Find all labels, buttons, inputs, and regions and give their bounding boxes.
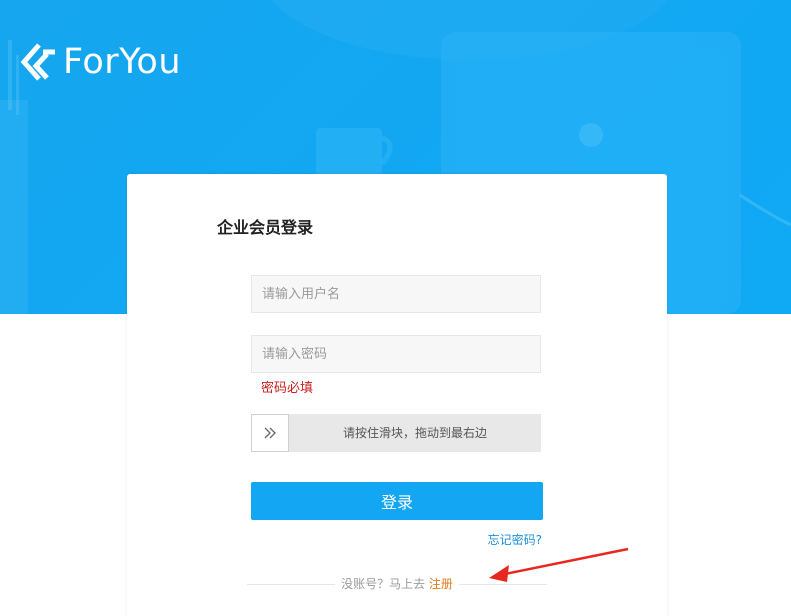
no-account-text: 没账号？马上去 <box>341 577 426 591</box>
login-card: 企业会员登录 密码必填 请按住滑块，拖动到最右边 登录 忘记密码? 没账号？马上… <box>127 174 667 616</box>
login-page: ForYou 企业会员登录 密码必填 请按住滑块，拖动到最右边 登录 忘记密码?… <box>0 0 791 616</box>
login-button[interactable]: 登录 <box>251 482 543 520</box>
slider-handle[interactable] <box>251 414 289 452</box>
password-error-message: 密码必填 <box>261 381 314 396</box>
password-input[interactable] <box>251 335 541 373</box>
brand-logo[interactable]: ForYou <box>19 40 181 84</box>
username-input[interactable] <box>251 275 541 313</box>
slider-instruction: 请按住滑块，拖动到最右边 <box>342 426 487 440</box>
register-prompt: 没账号？马上去 注册 <box>247 575 547 592</box>
login-title: 企业会员登录 <box>217 218 314 237</box>
foryou-logo-icon <box>20 43 55 81</box>
forgot-password-link[interactable]: 忘记密码? <box>482 531 542 548</box>
double-chevron-right-icon <box>264 427 276 439</box>
brand-name: ForYou <box>63 42 182 82</box>
slider-captcha[interactable]: 请按住滑块，拖动到最右边 <box>251 414 541 452</box>
register-link[interactable]: 注册 <box>429 577 453 591</box>
